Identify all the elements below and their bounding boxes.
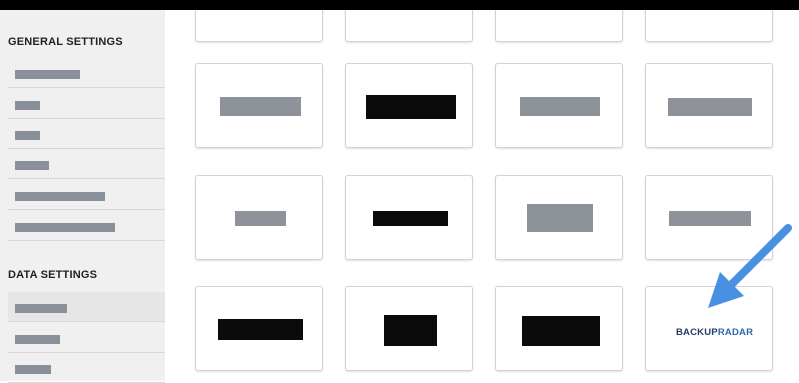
general-nav-item[interactable] <box>8 211 165 241</box>
nav-label-placeholder <box>15 335 60 344</box>
top-bar <box>0 0 799 10</box>
integration-tile[interactable] <box>345 63 473 148</box>
nav-label-placeholder <box>15 101 40 110</box>
nav-label-placeholder <box>15 365 51 374</box>
data-nav-item[interactable] <box>8 353 165 383</box>
integration-tile[interactable] <box>195 175 323 260</box>
nav-label-placeholder <box>15 161 49 170</box>
integration-logo <box>384 315 437 346</box>
integration-logo <box>373 211 448 226</box>
integration-tile[interactable] <box>645 63 773 148</box>
integration-tile[interactable] <box>495 63 623 148</box>
data-nav-item-active[interactable] <box>8 292 165 322</box>
integration-tile[interactable] <box>195 286 323 371</box>
general-settings-heading: GENERAL SETTINGS <box>8 36 123 48</box>
integration-tile[interactable] <box>495 286 623 371</box>
integration-logo <box>668 98 752 116</box>
integration-tile[interactable] <box>195 63 323 148</box>
nav-label-placeholder <box>15 70 80 79</box>
integration-logo <box>235 211 286 226</box>
integration-logo <box>366 95 456 119</box>
nav-label-placeholder <box>15 223 115 232</box>
settings-sidebar: GENERAL SETTINGS DATA SETTINGS <box>0 10 165 383</box>
integration-logo <box>522 316 600 346</box>
nav-label-placeholder <box>15 304 67 313</box>
data-settings-heading: DATA SETTINGS <box>8 269 98 281</box>
nav-label-placeholder <box>15 192 105 201</box>
general-nav-item[interactable] <box>8 119 165 149</box>
integration-logo <box>520 97 600 116</box>
integration-logo <box>220 97 301 116</box>
integration-tile[interactable] <box>345 175 473 260</box>
pointer-arrow <box>708 224 792 308</box>
integration-tile[interactable] <box>495 175 623 260</box>
integration-logo <box>218 319 303 340</box>
integration-logo <box>527 204 593 232</box>
integration-tile[interactable] <box>195 10 323 42</box>
integration-tile[interactable] <box>645 10 773 42</box>
general-nav-item[interactable] <box>8 180 165 210</box>
integration-tile[interactable] <box>345 286 473 371</box>
general-nav-item[interactable] <box>8 58 165 88</box>
integration-tile[interactable] <box>495 10 623 42</box>
nav-label-placeholder <box>15 131 40 140</box>
backup-radar-wordmark: BACKUPRADAR <box>676 327 754 338</box>
general-nav-item[interactable] <box>8 89 165 119</box>
general-nav-item[interactable] <box>8 149 165 179</box>
integration-tile[interactable] <box>345 10 473 42</box>
backup-radar-logo: BACKUPRADAR <box>674 319 753 341</box>
data-nav-item[interactable] <box>8 323 165 353</box>
